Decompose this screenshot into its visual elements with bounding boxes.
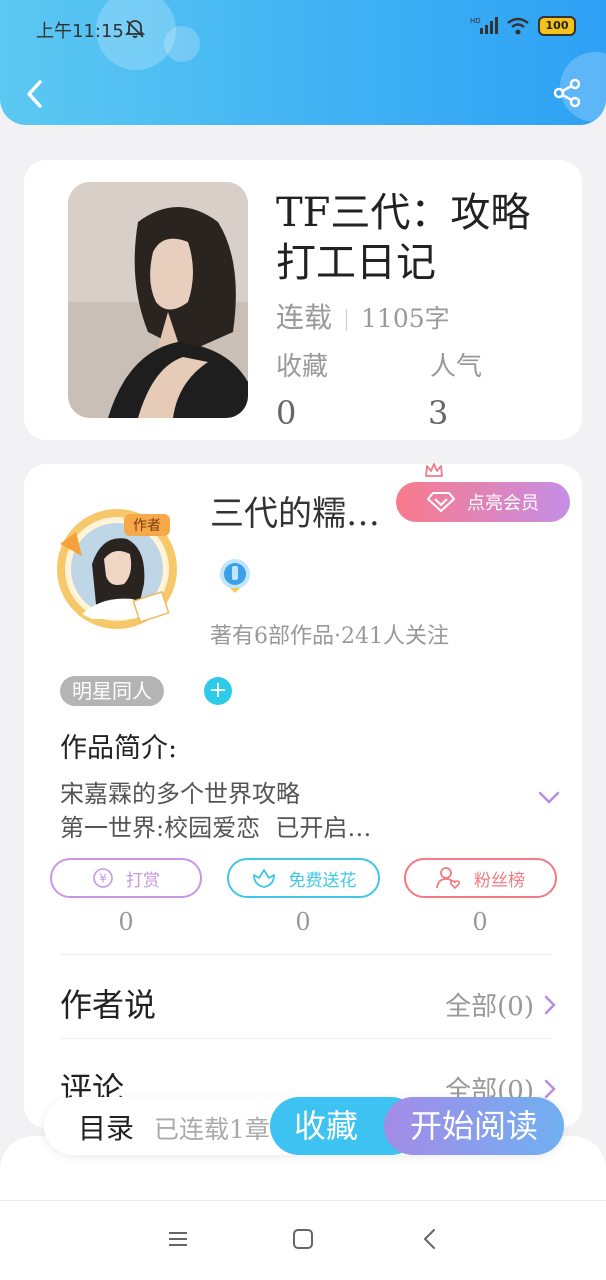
author-name[interactable]: 三代的糯… bbox=[210, 486, 380, 535]
stat-popularity-value: 3 bbox=[428, 394, 449, 432]
battery-indicator: 100 bbox=[538, 16, 576, 36]
intro-label: 作品简介: bbox=[60, 733, 178, 764]
intro-text[interactable]: 宋嘉霖的多个世界攻略 第一世界:校园爱恋 已开启… bbox=[60, 777, 530, 845]
stat-popularity-label: 人气 bbox=[430, 352, 483, 382]
book-title: TF三代：攻略打工日记 bbox=[276, 190, 531, 286]
book-info-card: TF三代：攻略打工日记 连载 1105字 收藏 人气 0 3 bbox=[24, 160, 582, 440]
start-reading-button[interactable]: 开始阅读 bbox=[384, 1097, 564, 1155]
divider bbox=[346, 308, 348, 331]
tip-label: 打赏 bbox=[126, 870, 160, 891]
chevron-right-icon bbox=[544, 1079, 556, 1098]
network-label: HD bbox=[470, 17, 481, 25]
signal-icon: HD bbox=[470, 17, 498, 34]
stat-favorites-label: 收藏 bbox=[276, 352, 329, 382]
fan-ranking-label: 粉丝榜 bbox=[474, 870, 525, 891]
system-nav-bar bbox=[0, 1200, 606, 1280]
author-badge-label: 作者 bbox=[133, 518, 161, 534]
send-flower-button[interactable]: 免费送花 bbox=[227, 858, 380, 898]
tip-button[interactable]: ¥ 打赏 bbox=[50, 858, 202, 898]
stat-favorites-value: 0 bbox=[276, 394, 297, 432]
fan-count: 0 bbox=[472, 908, 488, 936]
vip-button[interactable]: 点亮会员 bbox=[396, 482, 570, 522]
medal-icon bbox=[220, 559, 250, 593]
toc-button[interactable]: 目录 bbox=[78, 1107, 134, 1147]
serial-status: 连载 bbox=[276, 301, 333, 334]
flower-icon bbox=[252, 869, 275, 888]
book-status-line: 连载 1105字 bbox=[276, 296, 450, 336]
book-cover[interactable] bbox=[68, 182, 248, 418]
tip-count: 0 bbox=[118, 908, 134, 936]
diamond-icon bbox=[427, 492, 455, 512]
author-says-all-link[interactable]: 全部(0) bbox=[445, 986, 556, 1023]
flower-count: 0 bbox=[295, 908, 311, 936]
author-avatar[interactable]: 作者 bbox=[52, 504, 182, 634]
book-detail-card: 作者 三代的糯… 点亮会员 著有6部作品·241人关注 明星同人 + 作品简介:… bbox=[24, 463, 582, 1128]
word-count: 1105字 bbox=[361, 304, 450, 333]
top-header: 上午11:15 HD 100 bbox=[0, 0, 606, 125]
svg-text:¥: ¥ bbox=[99, 872, 107, 886]
chevron-down-icon[interactable] bbox=[538, 790, 560, 806]
author-stats: 著有6部作品·241人关注 bbox=[210, 624, 449, 649]
fan-ranking-button[interactable]: 粉丝榜 bbox=[404, 858, 557, 898]
add-tag-button[interactable]: + bbox=[204, 677, 232, 705]
share-button[interactable] bbox=[552, 78, 582, 108]
bottom-action-bar: 目录 已连载1章 收藏 开始阅读 bbox=[44, 1097, 564, 1155]
yen-icon: ¥ bbox=[93, 868, 113, 888]
chevron-right-icon bbox=[544, 995, 556, 1014]
status-time: 上午11:15 bbox=[36, 21, 124, 42]
intro-line: 宋嘉霖的多个世界攻略 bbox=[60, 780, 300, 808]
send-flower-label: 免费送花 bbox=[288, 870, 357, 891]
genre-tag[interactable]: 明星同人 bbox=[60, 676, 164, 706]
intro-line: 第一世界:校园爱恋 已开启… bbox=[60, 814, 372, 842]
author-says-title: 作者说 bbox=[60, 986, 157, 1024]
fan-icon bbox=[436, 867, 461, 890]
menu-icon[interactable] bbox=[166, 1227, 190, 1251]
divider bbox=[60, 1038, 552, 1039]
wifi-icon bbox=[507, 17, 529, 35]
bell-muted-icon bbox=[124, 20, 146, 38]
crown-icon bbox=[425, 463, 443, 477]
vip-button-label: 点亮会员 bbox=[467, 493, 539, 514]
home-icon[interactable] bbox=[291, 1227, 315, 1251]
back-button[interactable] bbox=[22, 78, 48, 110]
status-indicators: HD 100 bbox=[470, 16, 576, 36]
back-nav-icon[interactable] bbox=[418, 1227, 442, 1251]
divider bbox=[60, 954, 552, 955]
decor-bubble bbox=[164, 26, 200, 62]
author-says-link-label: 全部(0) bbox=[445, 992, 534, 1022]
chapter-count: 已连载1章 bbox=[154, 1115, 270, 1144]
